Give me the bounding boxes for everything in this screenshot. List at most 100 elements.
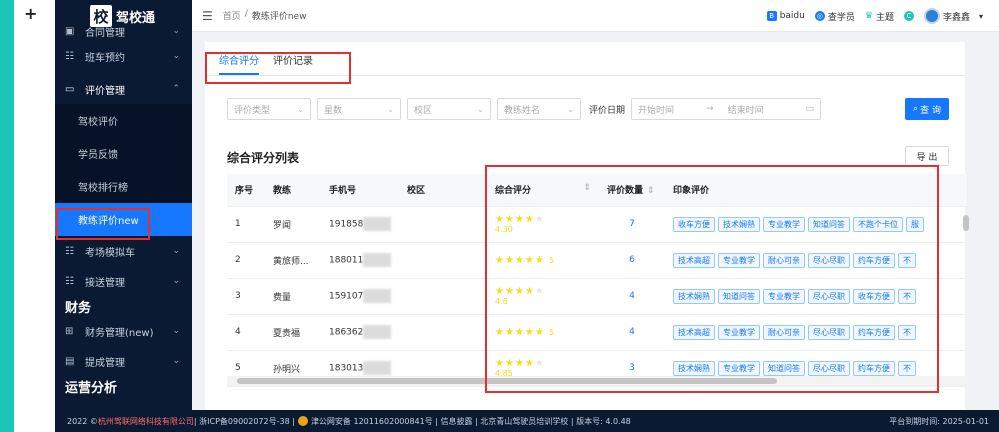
col-header-score[interactable]: 综合评分 ⇕ [487,174,599,207]
user-menu[interactable]: 李鑫鑫 ▾ [923,8,983,24]
sidebar-item-shuttle[interactable]: ☷ 班车预约 ⌄ [55,38,192,74]
table-row[interactable]: 2 黄旅师... 188011 ★★★★★ 5 6 技术高超 专业教学 耐心可亲 尽心尽职 约车方… [227,242,967,279]
chevron-down-icon: ⌄ [297,104,304,114]
footer-icp[interactable]: | 浙ICP备09002072号-38 | [194,416,295,427]
shuttle-icon: ☷ [65,50,74,62]
sidebar-item-pickup[interactable]: ☷ 接送管理 ⌄ [55,266,192,296]
impression-tag: 知道问答 [763,360,805,376]
theme-link[interactable]: ♛ 主题 [865,10,894,23]
vertical-scrollbar[interactable] [962,207,970,367]
col-header-score-label: 综合评分 [495,186,532,197]
baidu-link[interactable]: B baidu [766,11,805,21]
pickup-icon: ☷ [65,275,74,287]
search-button[interactable]: ⌕ 查 询 [905,98,949,120]
scrollbar-thumb[interactable] [237,378,777,384]
tab-overall-score[interactable]: 综合评分 [219,52,259,75]
chevron-down-icon: ⌄ [387,104,394,114]
sidebar-subitem-student-feedback[interactable]: 学员反馈 [55,137,192,170]
finance-icon: ⊞ [65,325,74,337]
chevron-down-icon: ⌄ [567,104,574,114]
footer-company-link[interactable]: 杭州驾联网络科技有限公司 [98,416,194,427]
star-count-select[interactable]: 星数 ⌄ [317,98,401,120]
simulator-icon: ☷ [65,245,74,257]
sidebar-item-finance-new[interactable]: ⊞ 财务管理(new) ⌄ [55,316,192,346]
cell-campus [399,206,487,243]
cell-count[interactable]: 4 [599,278,665,315]
sort-icon[interactable]: ⇕ [647,186,655,196]
horizontal-scrollbar[interactable] [227,376,967,386]
sidebar-item-contract[interactable]: ▣ 合同管理 ⌄ [55,24,192,39]
end-date-input[interactable]: 结束时间 [728,103,764,116]
breadcrumb-home[interactable]: 首页 [223,9,241,22]
impression-tag: 技术娴熟 [718,216,760,232]
export-button[interactable]: 导 出 [905,146,949,166]
chevron-down-icon: ⌄ [172,276,180,286]
tab-bar: 综合评分 评价记录 [205,42,965,76]
coach-name-select[interactable]: 教练姓名 ⌄ [497,98,581,120]
sidebar-subitem-coach-eval-new[interactable]: 教练评价new [55,203,192,236]
topbar: ☰ 首页 / 教练评价new B baidu ◎ 查学员 ♛ 主题 C 李鑫鑫 … [192,0,999,32]
col-header-impression: 印象评价 [665,174,967,207]
sidebar-subitem-school-eval[interactable]: 驾校评价 [55,104,192,137]
add-icon[interactable]: + [24,4,37,23]
commission-icon: ▤ [65,355,75,367]
evaluation-type-select[interactable]: 评价类型 ⌄ [227,98,311,120]
chevron-down-icon: ⌄ [172,326,180,336]
date-label: 评价日期 [589,105,626,116]
cell-no: 3 [227,278,265,315]
date-range-picker[interactable]: 开始时间 → 结束时间 ▭ [631,98,822,120]
sort-icon[interactable]: ⇕ [583,183,591,193]
list-title: 综合评分列表 [227,151,300,165]
cell-no: 4 [227,314,265,351]
cell-count[interactable]: 4 [599,314,665,351]
sidebar-item-commission[interactable]: ▤ 提成管理 ⌄ [55,346,192,376]
cell-phone: 188011 [321,242,399,279]
sidebar-item-evaluation[interactable]: ▭ 评价管理 ⌃ [55,74,192,104]
main-content: 综合评分 评价记录 评价类型 ⌄ 星数 ⌄ 校区 ⌄ 教练姓名 ⌄ 评价日期 开始时间 … [205,42,969,410]
redacted-blur [363,253,392,267]
impression-tag: 专业教学 [763,288,805,304]
impression-tag: 不 [898,252,916,268]
footer-copyright: 2022 © [67,416,98,426]
impression-tag: 知道问答 [718,288,760,304]
sidebar-subitem-ranking[interactable]: 驾校排行榜 [55,170,192,203]
menu-fold-icon[interactable]: ☰ [202,9,213,23]
col-header-campus: 校区 [399,174,487,207]
impression-tag: 约车方便 [853,252,895,268]
cell-score: ★★★★★ 5 [487,242,599,279]
find-student-link[interactable]: ◎ 查学员 [814,10,855,23]
refresh-button[interactable]: C [903,11,914,21]
left-accent-bar [0,0,14,432]
tab-evaluation-records[interactable]: 评价记录 [273,52,313,75]
col-header-count[interactable]: 评价数量 ⇕ [599,174,665,207]
cell-no: 2 [227,242,265,279]
phone-text: 183013 [329,363,364,374]
cell-phone: 159107 [321,278,399,315]
theme-icon: ♛ [864,11,873,21]
cell-campus [399,314,487,351]
score-value: 4.6 [495,297,508,306]
cell-count[interactable]: 6 [599,242,665,279]
phone-text: 188011 [329,255,364,266]
impression-tag: 尽心尽职 [808,324,850,340]
table-row[interactable]: 4 夏贵福 186362 ★★★★★ 5 4 技术高超 专业教学 耐心可亲 尽心尽职 约车方便不 [227,314,967,351]
sidebar-item-label: 合同管理 [85,27,125,39]
star-rating: ★★★★★ [495,214,545,225]
coach-score-table: 序号 教练 手机号 校区 综合评分 ⇕ 评价数量 ⇕ 印象评价 1 罗闻 191858 ★… [227,174,967,387]
impression-tag: 技术娴熟 [673,360,715,376]
phone-text: 191858 [329,219,364,230]
sidebar-item-simulator[interactable]: ☷ 考场模拟车 ⌄ [55,236,192,266]
table-row[interactable]: 3 费量 159107 ★★★★★ 4.6 4 技术娴熟 知道问答 专业教学 尽心尽职 收车方便不 [227,278,967,315]
impression-tag: 不 [898,324,916,340]
cell-score: ★★★★★ 5 [487,314,599,351]
cell-impressions: 技术高超 专业教学 耐心可亲 尽心尽职 约车方便不 [665,242,967,279]
sidebar-item-label: 考场模拟车 [85,247,135,259]
col-header-no: 序号 [227,174,265,207]
scrollbar-thumb[interactable] [963,215,969,231]
start-date-input[interactable]: 开始时间 [638,103,674,116]
search-icon: ⌕ [913,104,919,114]
table-row[interactable]: 1 罗闻 191858 ★★★★★ 4.30 7 收车方便 技术娴熟 专业教学 知道问答 不跑个卡位… [227,206,967,243]
cell-count[interactable]: 7 [599,206,665,243]
campus-select[interactable]: 校区 ⌄ [407,98,491,120]
chevron-up-icon: ⌃ [172,84,180,94]
